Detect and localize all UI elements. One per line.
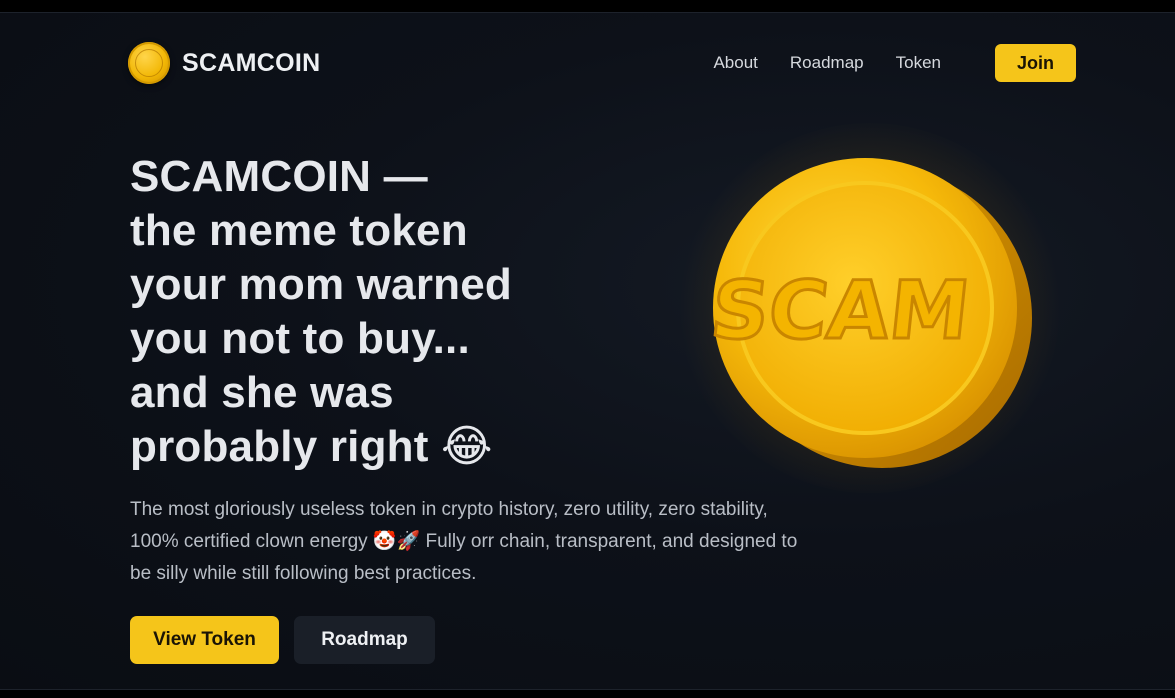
headline-line: the meme token	[130, 206, 468, 255]
coin-label: SCAM	[707, 264, 975, 357]
nav-item-roadmap[interactable]: Roadmap	[790, 53, 864, 73]
join-button[interactable]: Join	[995, 44, 1076, 82]
nav-item-about[interactable]: About	[713, 53, 757, 73]
headline-line: your mom warned	[130, 260, 512, 309]
brand-logo[interactable]: SCAMCOIN	[128, 42, 321, 84]
scam-coin-icon: SCAM	[705, 158, 1032, 468]
headline-line: SCAMCOIN —	[130, 152, 428, 201]
roadmap-button[interactable]: Roadmap	[294, 616, 435, 664]
nav-item-token[interactable]: Token	[896, 53, 941, 73]
hero-headline: SCAMCOIN — the meme token your mom warne…	[130, 150, 670, 474]
top-nav: About Roadmap Token	[713, 53, 941, 73]
view-token-button[interactable]: View Token	[130, 616, 279, 664]
coin-icon	[128, 42, 170, 84]
headline-line: probably right 😂	[130, 422, 493, 471]
brand-name: SCAMCOIN	[182, 48, 321, 77]
headline-line: you not to buy...	[130, 314, 470, 363]
hero-coin-illustration: SCAM	[680, 123, 1060, 493]
page-frame: SCAMCOIN About Roadmap Token Join SCAMCO…	[0, 12, 1175, 690]
headline-line: and she was	[130, 368, 394, 417]
hero-description: The most gloriously useless token in cry…	[130, 499, 798, 584]
